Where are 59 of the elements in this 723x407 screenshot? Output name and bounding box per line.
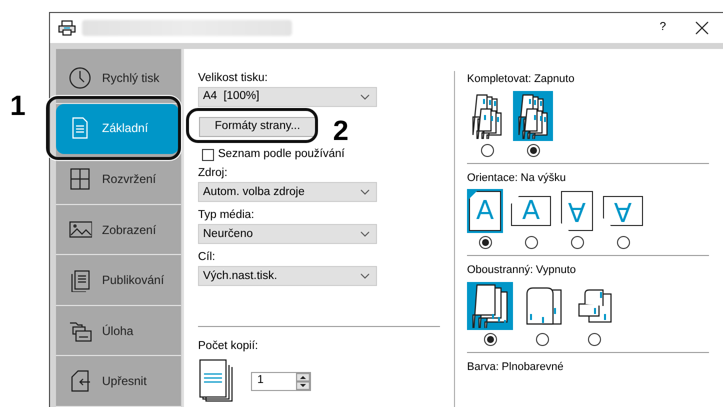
sidebar-item[interactable]: Základní — [56, 104, 179, 154]
dropdown[interactable]: A4 [100%] — [198, 87, 377, 107]
option-tile[interactable]: A — [559, 189, 595, 233]
group-value: Vypnuto — [536, 263, 576, 278]
group-label: Orientace: — [467, 170, 518, 186]
page-letter: A — [614, 198, 632, 224]
printer-icon — [58, 20, 76, 36]
chevron-icon — [360, 189, 370, 196]
radio-button[interactable] — [524, 236, 538, 249]
grid-icon — [68, 166, 92, 191]
radio-button[interactable] — [536, 332, 548, 346]
option-tile[interactable]: A — [509, 189, 553, 233]
page-letter: A — [522, 198, 540, 224]
checkbox-label: Seznam podle používání — [218, 147, 345, 162]
dropdown[interactable]: Autom. volba zdroje — [198, 182, 377, 202]
field-label: Zdroj: — [198, 166, 228, 180]
sidebar-item[interactable]: Rozvržení — [56, 154, 181, 205]
clock-icon — [68, 66, 92, 90]
copies-icon — [198, 359, 234, 403]
group-label: Oboustranný: — [467, 263, 534, 278]
chevron-icon — [360, 231, 370, 238]
callout-number: 1 — [10, 92, 26, 120]
radio-button[interactable] — [526, 144, 540, 156]
chevron-icon — [360, 273, 370, 280]
radio-button[interactable] — [588, 332, 600, 346]
group-value: Zapnuto — [534, 72, 574, 87]
radio-button[interactable] — [616, 236, 630, 249]
page-letter: A — [568, 198, 586, 224]
callout-number: 2 — [333, 117, 349, 145]
sidebar-item[interactable]: Úloha — [56, 306, 181, 356]
chevron-icon — [360, 94, 370, 100]
group-label: Kompletovat: — [467, 72, 532, 87]
sidebar-item[interactable]: Publikování — [56, 255, 181, 306]
field-label: Velikost tisku: — [198, 71, 269, 85]
radio-button[interactable] — [478, 236, 492, 249]
option-tile[interactable]: A — [467, 189, 503, 233]
radio-button[interactable] — [570, 236, 584, 249]
sidebar-item[interactable]: Zobrazení — [56, 204, 181, 256]
close-icon[interactable] — [695, 21, 709, 35]
sidebar-item[interactable]: Upřesnit — [56, 356, 181, 407]
option-tile[interactable] — [467, 282, 513, 330]
spin-arrows-icon[interactable] — [296, 372, 310, 390]
radio-button[interactable] — [484, 332, 496, 346]
field-label: Počet kopií: — [198, 339, 260, 354]
help-button[interactable]: ? — [660, 19, 672, 37]
copies-spinner[interactable]: 1 — [251, 372, 312, 390]
group-value: Plnobarevné — [502, 360, 564, 374]
dropdown[interactable]: Vých.nast.tisk. — [198, 266, 377, 286]
radio-button[interactable] — [480, 144, 494, 156]
field-label: Cíl: — [198, 250, 216, 264]
field-label: Typ média: — [198, 208, 256, 222]
checkbox[interactable] — [202, 148, 214, 161]
group-value: Na výšku — [520, 170, 566, 186]
page-formats-button[interactable]: Formáty strany... — [199, 117, 316, 137]
option-tile[interactable] — [513, 90, 553, 140]
page-letter: A — [476, 198, 494, 224]
group-label: Barva: — [467, 360, 499, 374]
option-tile[interactable]: A — [601, 189, 645, 233]
dropdown[interactable]: Neurčeno — [198, 224, 377, 244]
